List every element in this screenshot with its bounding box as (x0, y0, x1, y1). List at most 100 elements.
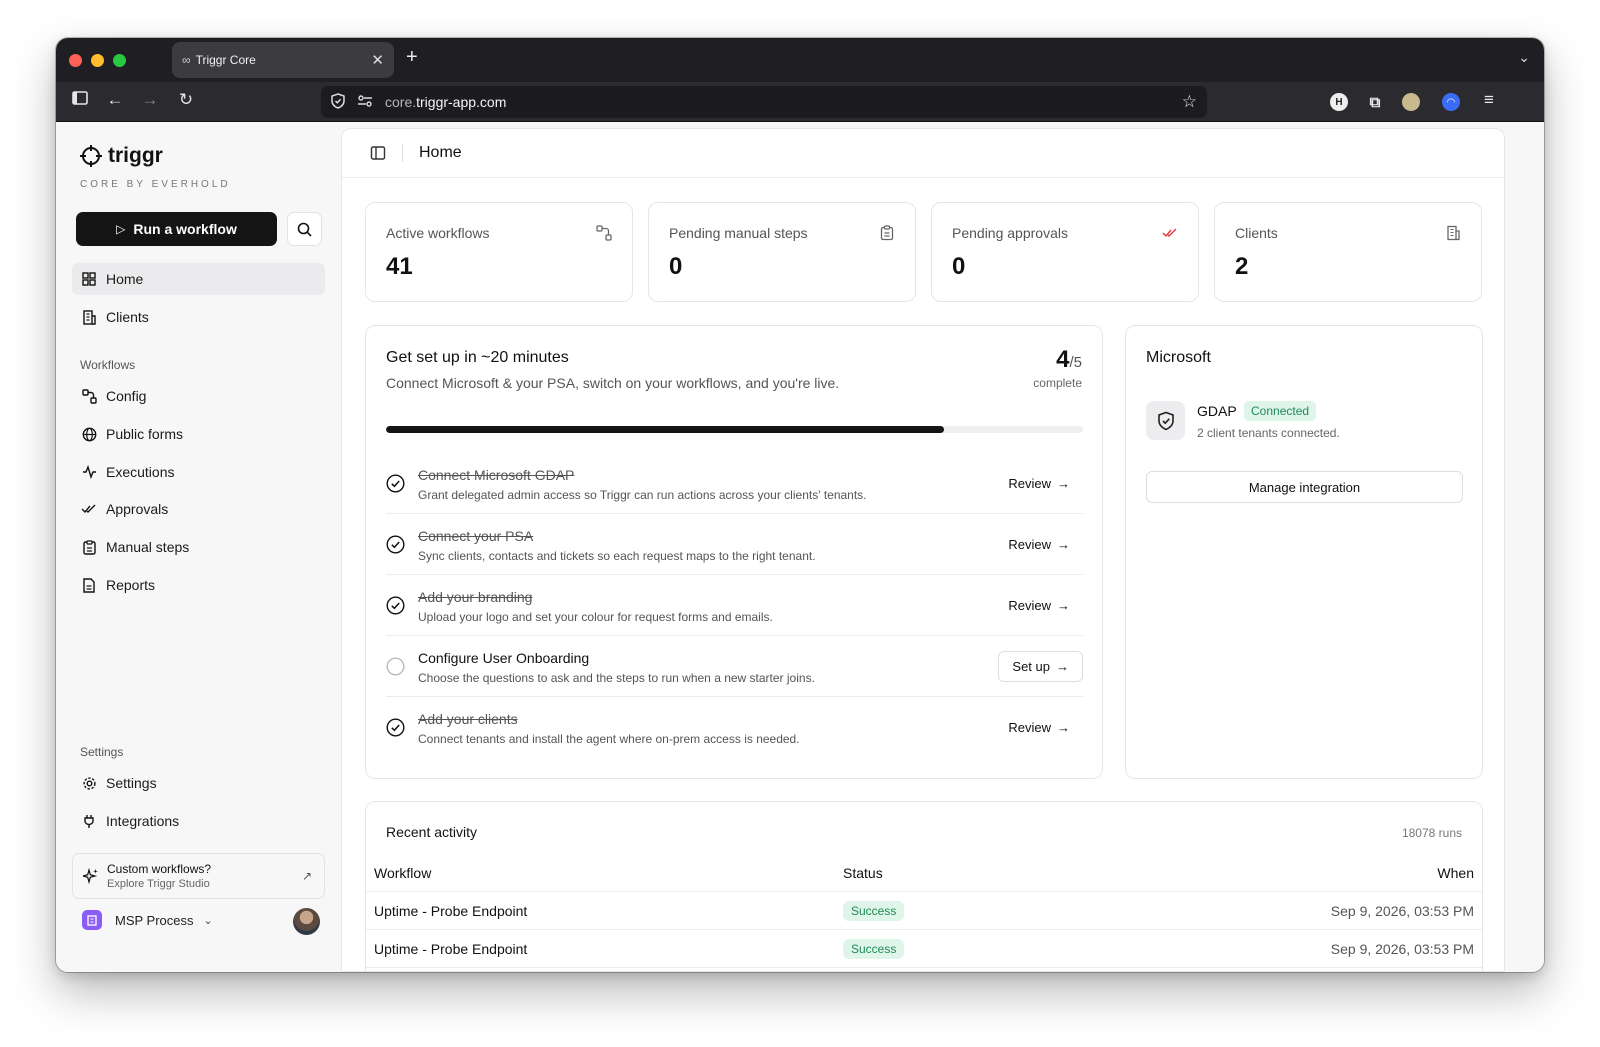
page-header: Home (342, 129, 1504, 178)
arrow-right-icon: → (1056, 659, 1069, 674)
clipboard-icon (880, 225, 894, 241)
run-workflow-label: Run a workflow (133, 221, 237, 237)
app-root: triggr CORE BY EVERHOLD ▷ Run a workflow… (56, 122, 1544, 972)
extension-h-icon[interactable]: H (1330, 93, 1348, 111)
check-double-icon (81, 501, 97, 517)
setup-title: Get set up in ~20 minutes (386, 349, 569, 366)
extensions-puzzle-icon[interactable]: ⧉ (1366, 93, 1384, 111)
activity-icon (81, 464, 97, 480)
check-circle-icon (386, 596, 405, 615)
promo-title: Custom workflows? (107, 862, 212, 876)
chevron-down-icon: ⌄ (203, 914, 213, 927)
new-tab-button[interactable]: + (406, 46, 418, 69)
sidebar-item-reports[interactable]: Reports (72, 569, 325, 601)
close-tab-icon[interactable]: ✕ (371, 51, 384, 69)
profile-extension-icon[interactable] (1402, 93, 1420, 111)
reload-icon[interactable]: ↻ (174, 90, 198, 110)
step-title: Connect your PSA (418, 528, 534, 544)
org-name: MSP Process (115, 912, 194, 928)
site-settings-icon[interactable] (357, 94, 373, 110)
stat-label: Active workflows (386, 225, 490, 241)
row-status: Success (843, 939, 905, 959)
arrow-right-icon: → (1057, 476, 1070, 491)
stat-card-pending-approvals[interactable]: Pending approvals 0 (931, 202, 1199, 302)
custom-workflows-promo[interactable]: Custom workflows? Explore Triggr Studio … (72, 853, 325, 899)
document-icon (81, 577, 97, 593)
recent-activity-card: Recent activity 18078 runs Workflow Stat… (365, 801, 1483, 971)
step-title: Configure User Onboarding (418, 650, 590, 666)
shield-icon[interactable] (331, 92, 345, 112)
page-title: Home (419, 144, 462, 161)
sidebar-item-executions[interactable]: Executions (72, 456, 325, 488)
maximize-window-button[interactable] (113, 54, 126, 67)
step-action-label: Review (1008, 537, 1051, 552)
step-title: Connect Microsoft GDAP (418, 467, 575, 483)
address-bar[interactable]: core. triggr-app.com ☆ (321, 86, 1207, 118)
chevron-down-icon[interactable]: ⌄ (1518, 49, 1530, 66)
step-title: Add your clients (418, 711, 518, 727)
building-icon (1447, 225, 1460, 241)
stat-card-clients[interactable]: Clients 2 (1214, 202, 1482, 302)
review-button[interactable]: Review → (995, 590, 1083, 621)
forward-arrow-icon[interactable]: → (138, 90, 162, 110)
plug-icon (81, 813, 97, 829)
integration-detail: 2 client tenants connected. (1197, 426, 1340, 440)
header-divider (402, 144, 403, 162)
sidebar-item-label: Clients (106, 309, 149, 325)
sidebar-item-clients[interactable]: Clients (72, 301, 325, 333)
stat-card-active-workflows[interactable]: Active workflows 41 (365, 202, 633, 302)
minimize-window-button[interactable] (91, 54, 104, 67)
brand-name: triggr (108, 144, 163, 167)
url-host: triggr-app.com (416, 94, 507, 110)
brand-logo[interactable]: triggr (80, 144, 163, 168)
tab-bar: ∞ Triggr Core ✕ + ⌄ (56, 38, 1544, 82)
setup-total-count: /5 (1069, 354, 1082, 371)
review-button[interactable]: Review → (995, 712, 1083, 743)
sidebar-toggle-icon[interactable] (68, 90, 92, 110)
setup-progress-bar (386, 426, 1083, 433)
sidebar-item-label: Config (106, 388, 147, 404)
search-button[interactable] (287, 212, 322, 246)
empty-circle-icon (386, 657, 405, 676)
sidebar-item-manual-steps[interactable]: Manual steps (72, 531, 325, 563)
org-switcher[interactable]: MSP Process ⌄ (82, 910, 213, 930)
stat-label: Pending manual steps (669, 225, 808, 241)
main-panel: Home Active workflows 41 Pending manual … (341, 128, 1505, 972)
panel-toggle-icon[interactable] (370, 145, 386, 161)
run-workflow-button[interactable]: ▷ Run a workflow (76, 212, 277, 246)
manage-integration-button[interactable]: Manage integration (1146, 471, 1463, 503)
sidebar-item-public-forms[interactable]: Public forms (72, 418, 325, 450)
sidebar-item-approvals[interactable]: Approvals (72, 493, 325, 525)
sidebar-item-settings[interactable]: Settings (72, 767, 325, 799)
stat-card-pending-manual-steps[interactable]: Pending manual steps 0 (648, 202, 916, 302)
sidebar-item-home[interactable]: Home (72, 263, 325, 295)
step-title: Add your branding (418, 589, 533, 605)
review-button[interactable]: Review → (995, 529, 1083, 560)
stat-label: Clients (1235, 225, 1278, 241)
sidebar-item-config[interactable]: Config (72, 380, 325, 412)
gear-icon (81, 775, 97, 791)
table-row[interactable]: Uptime - Probe Endpoint Success Sep 9, 2… (366, 930, 1482, 968)
browser-tab[interactable]: ∞ Triggr Core ✕ (172, 42, 394, 78)
table-row[interactable]: Uptime - Probe Endpoint Success Sep 9, 2… (366, 892, 1482, 930)
sidebar: triggr CORE BY EVERHOLD ▷ Run a workflow… (56, 122, 341, 972)
set-up-button[interactable]: Set up → (998, 651, 1083, 682)
browser-window: ∞ Triggr Core ✕ + ⌄ ← → ↻ core. triggr-ap… (56, 38, 1544, 972)
back-arrow-icon[interactable]: ← (103, 90, 127, 110)
stat-value: 0 (669, 253, 683, 280)
sidebar-item-integrations[interactable]: Integrations (72, 805, 325, 837)
url-subdomain: core. (385, 94, 417, 110)
avatar[interactable] (293, 908, 320, 935)
column-header-workflow[interactable]: Workflow (374, 865, 431, 881)
column-header-when[interactable]: When (1437, 865, 1474, 881)
account-extension-icon[interactable]: ◠ (1442, 93, 1460, 111)
column-header-status[interactable]: Status (843, 865, 883, 881)
close-window-button[interactable] (69, 54, 82, 67)
bookmark-star-icon[interactable]: ☆ (1182, 92, 1197, 112)
menu-icon[interactable]: ≡ (1477, 90, 1501, 110)
review-button[interactable]: Review → (995, 468, 1083, 499)
check-circle-icon (386, 718, 405, 737)
row-status: Success (843, 901, 905, 921)
sidebar-item-label: Executions (106, 464, 175, 480)
step-action-label: Set up (1012, 659, 1050, 674)
